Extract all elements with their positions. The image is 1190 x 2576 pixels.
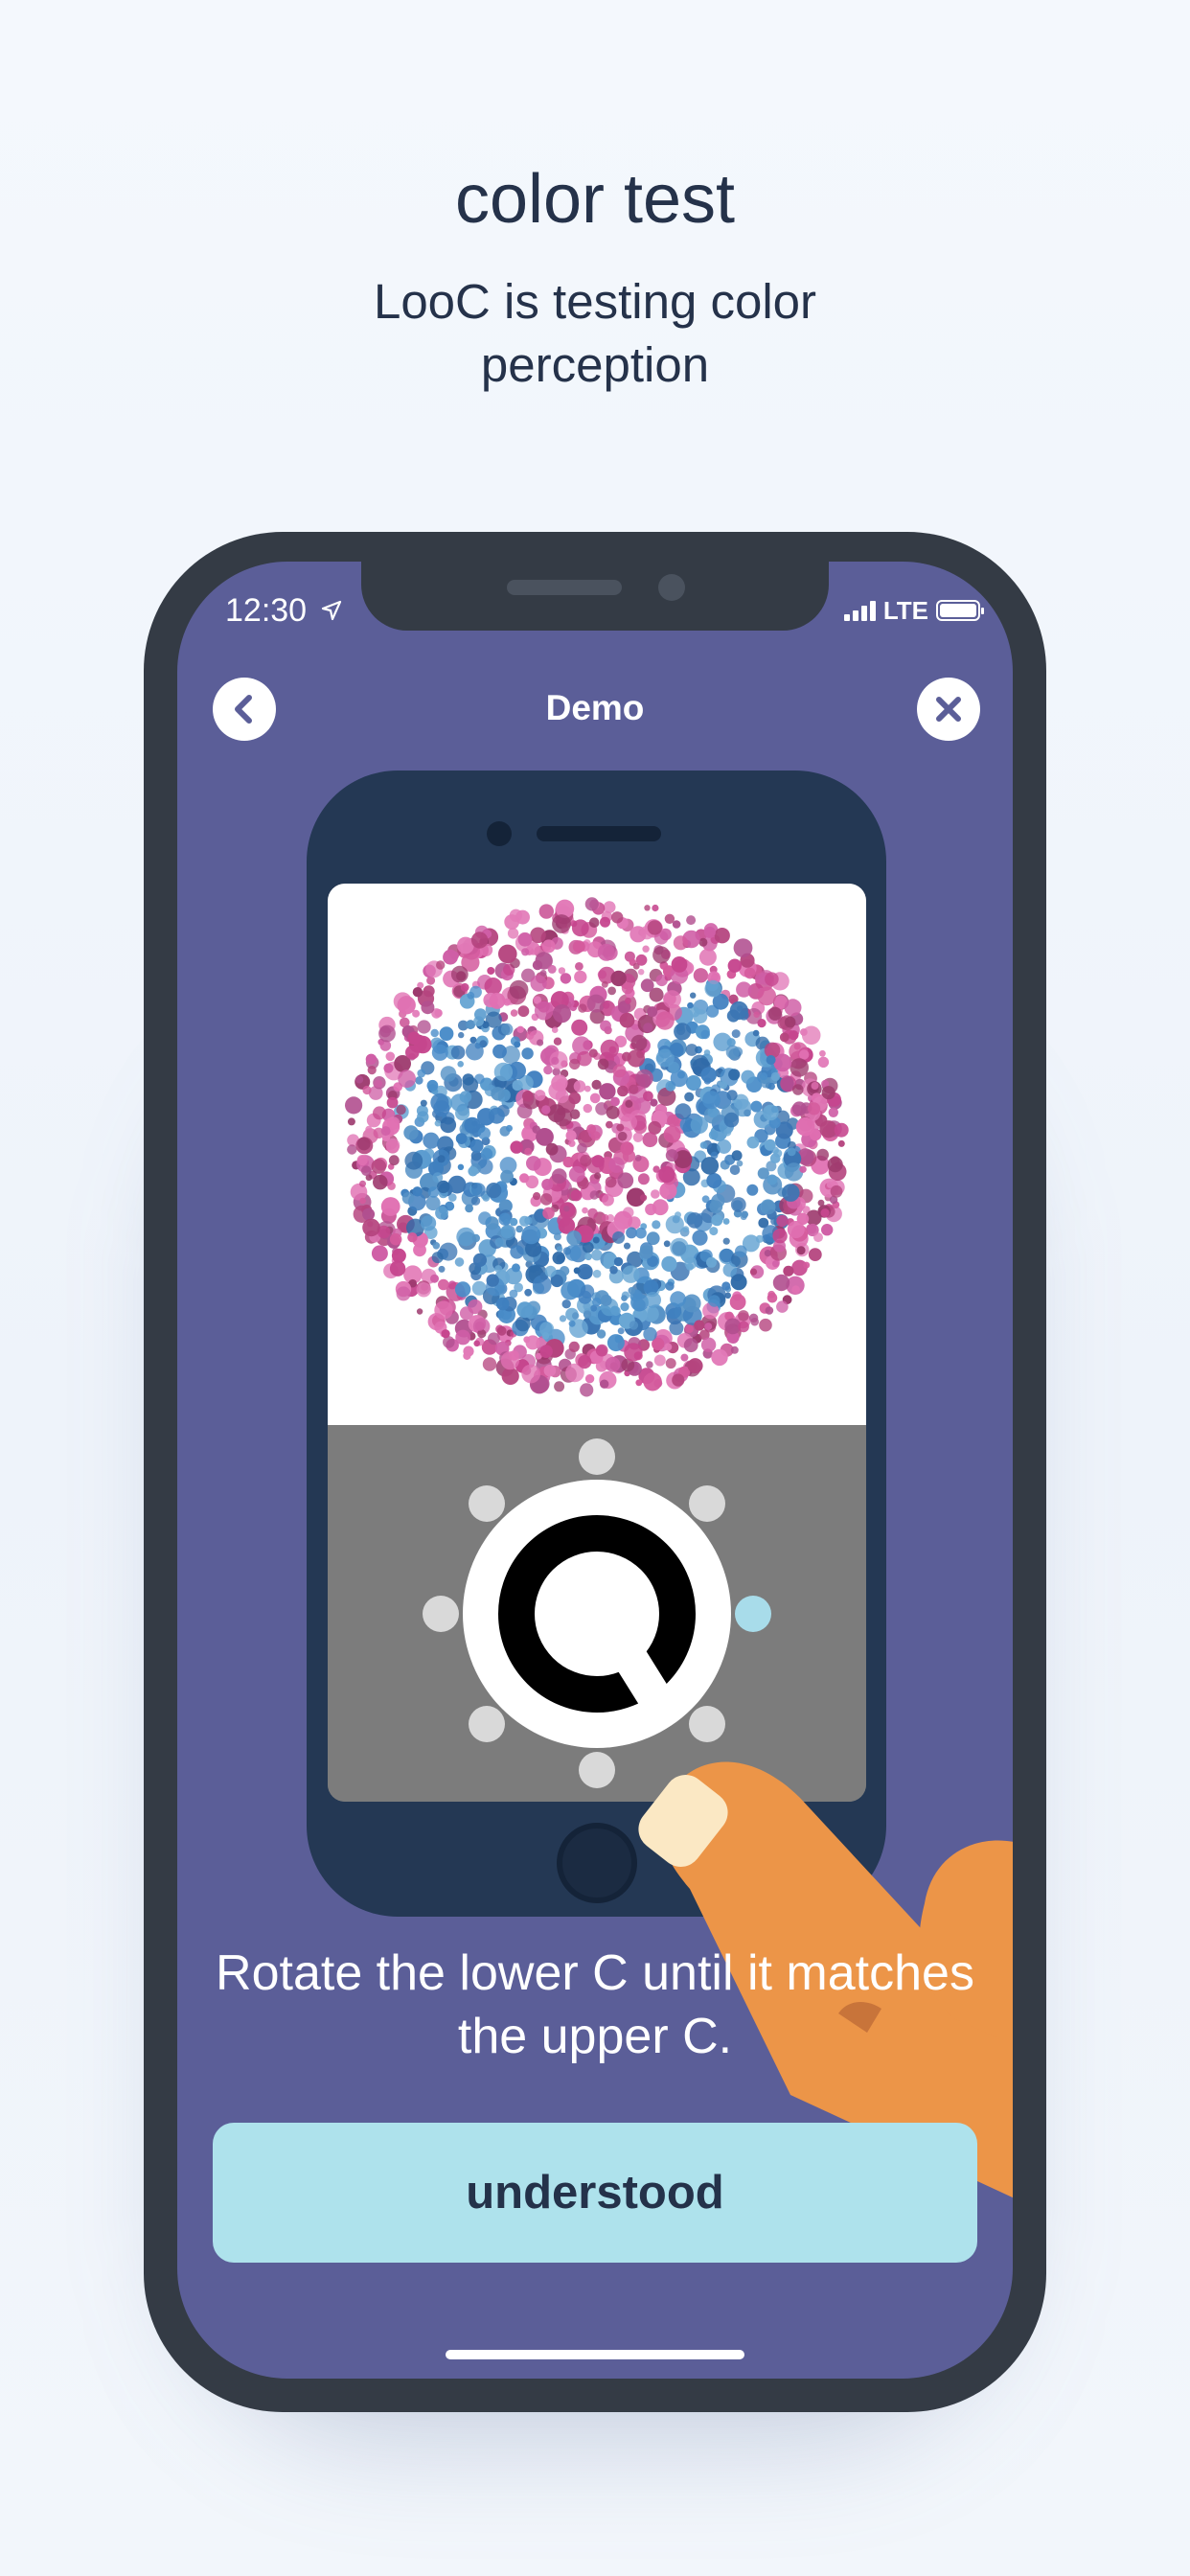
status-time: 12:30 [225,592,308,629]
status-indicators: LTE [843,595,984,625]
battery-icon [936,600,984,621]
front-camera [658,574,685,601]
understood-button[interactable]: understood [213,2123,977,2263]
signal-icon [843,600,876,621]
nav-title: Demo [545,688,645,727]
notch [361,562,829,631]
demo-phone-speaker [537,826,661,841]
page-title: color test [454,161,736,238]
ishihara-plate [345,897,849,1397]
selected-dot [735,1596,771,1632]
demo-phone-illustration [307,770,886,1917]
demo-phone-home-button [557,1823,637,1903]
instruction-text: Rotate the lower C until it matches the … [216,1945,974,2064]
location-arrow-icon [321,598,342,628]
close-icon [936,697,961,722]
demo-phone-screen [328,884,866,1802]
phone-screen: 12:30 LTE Demo Rotate the lower C until … [177,562,1013,2379]
landolt-c-dial[interactable] [463,1480,731,1748]
rotation-dial-panel [328,1425,866,1802]
demo-phone-camera [487,821,512,846]
color-plate-panel [328,884,866,1425]
page-subtitle: LooC is testing color perception [373,274,817,392]
close-button[interactable] [917,678,980,741]
network-label: LTE [882,595,928,625]
earpiece [507,580,622,595]
home-indicator [446,2350,744,2359]
